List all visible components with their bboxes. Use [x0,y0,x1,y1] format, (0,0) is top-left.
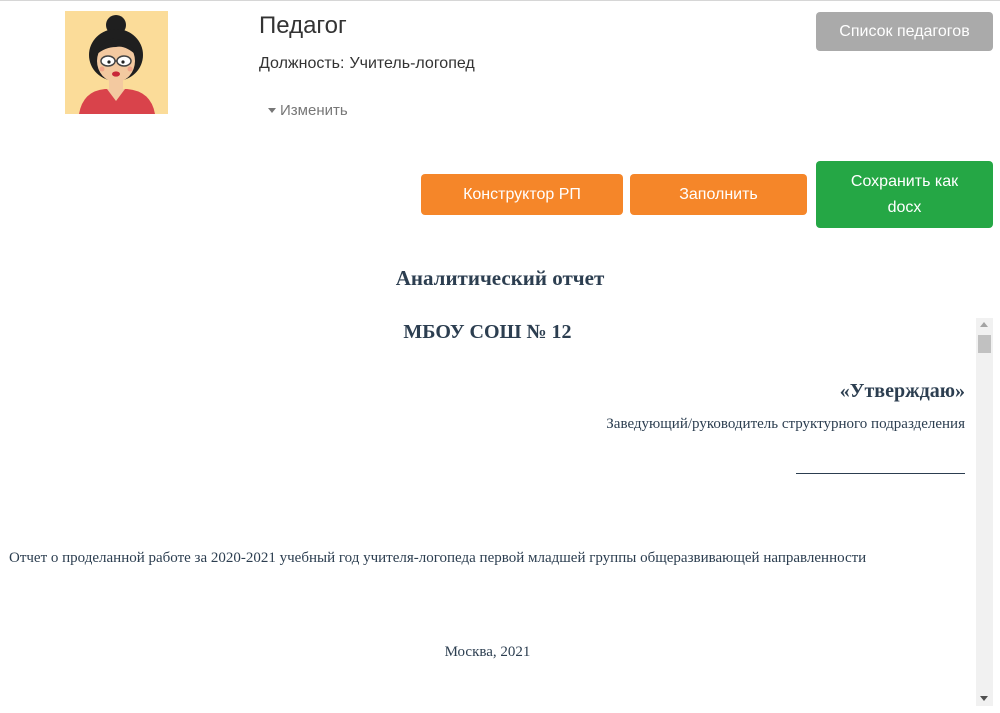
fill-button[interactable]: Заполнить [630,174,807,215]
scrollbar-thumb[interactable] [978,335,991,353]
position-value: Учитель-логопед [349,55,475,72]
teachers-list-button[interactable]: Список педагогов [816,12,993,51]
teacher-avatar-icon [65,11,168,114]
constructor-button[interactable]: Конструктор РП [421,174,623,215]
city-year: Москва, 2021 [444,644,531,660]
save-docx-button[interactable]: Сохранить как docx [816,161,993,228]
change-dropdown-toggle[interactable]: Изменить [268,102,348,119]
school-name: МБОУ СОШ № 12 [403,321,572,343]
report-description: Отчет о проделанной работе за 2020-2021 … [9,550,867,566]
vertical-scrollbar[interactable] [976,318,993,706]
head-role: Заведующий/руководитель структурного под… [606,416,965,432]
page-title: Педагог [259,12,347,39]
top-divider [0,0,1000,1]
document-viewer[interactable]: МБОУ СОШ № 12 «Утверждаю» Заведующий/рук… [0,318,993,706]
position-label: Должность: [259,55,345,72]
position-info: Должность: Учитель-логопед [259,55,475,73]
caret-down-icon [268,107,276,113]
avatar [65,11,168,114]
document-title: Аналитический отчет [395,266,605,290]
scroll-down-arrow-icon[interactable] [980,696,988,701]
approve-stamp-text: «Утверждаю» [839,380,965,402]
change-label: Изменить [280,102,348,119]
scroll-up-arrow-icon[interactable] [980,322,988,327]
signature-line [796,473,965,474]
